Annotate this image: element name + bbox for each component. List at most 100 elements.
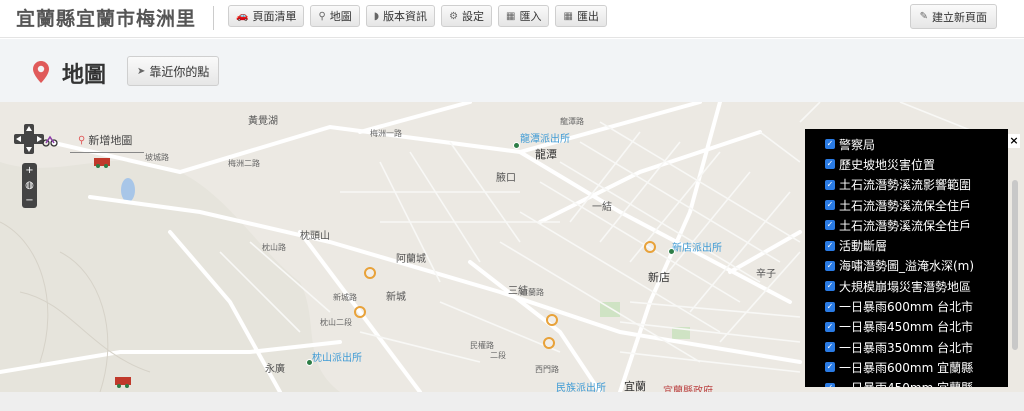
place-minzu-police[interactable]: 民族派出所: [556, 379, 606, 392]
layer-label: 歷史坡地災害位置: [839, 157, 936, 172]
place-longtan: 龍潭: [535, 148, 557, 161]
new-page-button[interactable]: ✎ 建立新頁面: [909, 4, 997, 29]
place-yilan: 宜蘭: [624, 380, 646, 392]
map-label: 地圖: [329, 10, 352, 23]
layer-item[interactable]: ✓ 活動斷層: [805, 235, 1008, 255]
layer-label: 海嘯潛勢圖_溢淹水深(m): [839, 259, 975, 274]
place-zhenshan-police[interactable]: 枕山派出所: [312, 349, 362, 364]
near-you-label: 靠近你的點: [149, 64, 210, 79]
layer-checkbox[interactable]: ✓: [825, 321, 835, 332]
import-button[interactable]: ▦ 匯入: [498, 5, 550, 27]
place-shekou: 腋口: [496, 173, 516, 184]
layer-item[interactable]: ✓ 一日暴雨600mm 台北市: [805, 296, 1008, 316]
export-button[interactable]: ▦ 匯出: [555, 5, 607, 27]
layer-checkbox[interactable]: ✓: [825, 179, 835, 190]
road-label-ximen: 西門路: [535, 365, 559, 374]
layer-checkbox[interactable]: ✓: [825, 220, 835, 231]
road-label-longtan-road: 龍潭路: [560, 117, 584, 126]
location-arrow-icon: ➤: [137, 65, 146, 77]
layer-item[interactable]: ✓ 警察局: [805, 134, 1008, 154]
globe-icon[interactable]: ◍: [25, 180, 34, 191]
place-huangjuehu: 黃覺湖: [248, 116, 278, 127]
gear-icon: ⚙: [449, 10, 459, 22]
export-label: 匯出: [576, 10, 599, 23]
place-longtan-police[interactable]: 龍潭派出所: [520, 130, 570, 145]
pan-control[interactable]: [14, 124, 44, 154]
location-pin-icon: [33, 61, 49, 83]
table-icon: ▦: [563, 10, 573, 22]
layer-checkbox[interactable]: ✓: [825, 342, 835, 353]
place-sanjie: 三結: [508, 286, 528, 297]
layer-item[interactable]: ✓ 大規模崩塌災害潛勢地區: [805, 276, 1008, 296]
top-bar: 宜蘭縣宜蘭市梅洲里 🚗 頁面清單 ⚲ 地圖 ◗ 版本資訊 ⚙ 設定 ▦ 匯入 ▦…: [0, 0, 1024, 38]
layer-label: 一日暴雨450mm 台北市: [839, 320, 974, 335]
data-point-marker[interactable]: [364, 267, 376, 279]
layer-item[interactable]: ✓ 一日暴雨450mm 宜蘭縣: [805, 378, 1008, 387]
road-label-zhenshan: 枕山路: [262, 243, 286, 252]
layer-panel: ✓ 警察局 ✓ 歷史坡地災害位置 ✓ 土石流潛勢溪流影響範圍 ✓ 土石流潛勢溪流保全住戶 ✓ 土石…: [805, 129, 1008, 387]
map-marker-icon: ⚲: [318, 10, 326, 22]
landslide-icon[interactable]: [114, 374, 132, 388]
layer-label: 一日暴雨450mm 宜蘭縣: [839, 379, 973, 387]
version-info-button[interactable]: ◗ 版本資訊: [365, 5, 436, 27]
layer-checkbox[interactable]: ✓: [825, 382, 835, 387]
data-point-marker[interactable]: [546, 314, 558, 326]
data-point-marker[interactable]: [543, 337, 555, 349]
zoom-in-button[interactable]: +: [25, 165, 33, 176]
page-list-button[interactable]: 🚗 頁面清單: [228, 5, 305, 27]
layer-checkbox[interactable]: ✓: [825, 260, 835, 271]
road-label-zhenshan2: 枕山二段: [320, 318, 352, 327]
car-icon: 🚗: [236, 10, 249, 22]
place-county-gov: 宜蘭縣政府: [663, 386, 713, 392]
police-marker[interactable]: [513, 142, 520, 149]
layer-label: 一日暴雨600mm 台北市: [839, 300, 974, 315]
settings-label: 設定: [462, 10, 485, 23]
place-xincheng: 新城: [386, 292, 406, 303]
layer-checkbox[interactable]: ✓: [825, 240, 835, 251]
place-yongguang: 永廣: [265, 364, 285, 375]
road-label-meizhou2: 梅洲二路: [228, 159, 260, 168]
road-label-pojia: 坡城路: [145, 153, 169, 162]
zoom-control: + ◍ −: [22, 163, 37, 208]
settings-button[interactable]: ⚙ 設定: [441, 5, 493, 27]
pencil-icon: ✎: [919, 11, 928, 22]
place-alancheng: 阿蘭城: [396, 254, 426, 265]
site-title[interactable]: 宜蘭縣宜蘭市梅洲里: [16, 4, 196, 31]
layer-checkbox[interactable]: ✓: [825, 200, 835, 211]
layer-checkbox[interactable]: ✓: [825, 139, 835, 150]
layer-item[interactable]: ✓ 土石流潛勢溪流保全住戶: [805, 215, 1008, 235]
layer-item[interactable]: ✓ 土石流潛勢溪流保全住戶: [805, 195, 1008, 215]
add-map-underline: [70, 152, 144, 153]
data-point-marker[interactable]: [644, 241, 656, 253]
new-page-label: 建立新頁面: [932, 10, 987, 24]
zoom-out-button[interactable]: −: [25, 195, 33, 206]
road-label-meizhou1: 梅洲一路: [370, 129, 402, 138]
police-marker[interactable]: [306, 359, 313, 366]
layer-checkbox[interactable]: ✓: [825, 281, 835, 292]
layer-item[interactable]: ✓ 歷史坡地災害位置: [805, 154, 1008, 174]
layer-checkbox[interactable]: ✓: [825, 159, 835, 170]
near-you-button[interactable]: ➤ 靠近你的點: [127, 56, 220, 86]
scrollbar[interactable]: [1012, 180, 1018, 350]
place-xindian-police[interactable]: 新店派出所: [672, 239, 722, 254]
layer-item[interactable]: ✓ 海嘯潛勢圖_溢淹水深(m): [805, 256, 1008, 276]
layer-item[interactable]: ✓ 一日暴雨600mm 宜蘭縣: [805, 357, 1008, 377]
footer-band: [0, 392, 1024, 411]
add-map-label: 新增地圖: [88, 134, 133, 147]
police-marker[interactable]: [668, 248, 675, 255]
landslide-icon[interactable]: [94, 156, 110, 168]
data-point-marker[interactable]: [354, 306, 366, 318]
layer-item[interactable]: ✓ 一日暴雨450mm 台北市: [805, 317, 1008, 337]
layer-checkbox[interactable]: ✓: [825, 301, 835, 312]
layer-label: 大規模崩塌災害潛勢地區: [839, 279, 972, 294]
title-divider: [213, 6, 214, 30]
place-xinzi: 辛子: [756, 269, 776, 280]
layer-item[interactable]: ✓ 土石流潛勢溪流影響範圍: [805, 175, 1008, 195]
add-map-link[interactable]: ⚲ 新增地圖: [78, 132, 132, 148]
layer-label: 土石流潛勢溪流保全住戶: [839, 198, 972, 213]
layer-checkbox[interactable]: ✓: [825, 362, 835, 373]
close-icon[interactable]: ×: [1008, 134, 1020, 148]
bicycle-icon: [42, 135, 58, 147]
layer-item[interactable]: ✓ 一日暴雨350mm 台北市: [805, 337, 1008, 357]
map-button[interactable]: ⚲ 地圖: [310, 5, 360, 27]
